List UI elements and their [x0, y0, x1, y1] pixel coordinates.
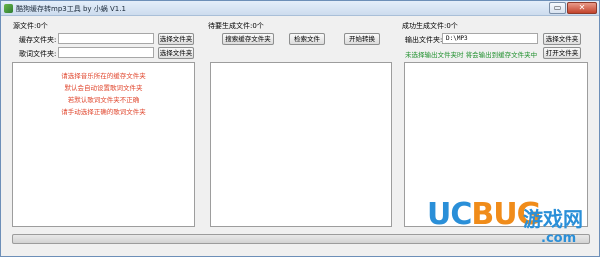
- source-count-label: 源文件:0个: [13, 22, 48, 30]
- output-folder-label: 输出文件夹:: [405, 36, 443, 44]
- success-count-label: 成功生成文件:0个: [402, 22, 458, 30]
- minimize-button[interactable]: ▭: [549, 2, 566, 14]
- window-title: 酷狗缓存转mp3工具 by 小蜗 V1.1: [16, 5, 126, 13]
- select-lyrics-folder-button[interactable]: 选择文件夹: [158, 47, 194, 59]
- open-folder-button[interactable]: 打开文件夹: [543, 47, 581, 59]
- title-bar[interactable]: 酷狗缓存转mp3工具 by 小蜗 V1.1 ▭ ✕: [1, 1, 599, 16]
- select-output-folder-button[interactable]: 选择文件夹: [543, 33, 581, 45]
- pending-count-label: 待要生成文件:0个: [208, 22, 264, 30]
- app-window: 酷狗缓存转mp3工具 by 小蜗 V1.1 ▭ ✕ 源文件:0个 缓存文件夹: …: [0, 0, 600, 257]
- search-cache-folder-button[interactable]: 搜索缓存文件夹: [222, 33, 274, 45]
- hint-line-4: 请手动选择正确的歌词文件夹: [61, 108, 146, 116]
- hint-line-2: 默认会自动设置歌词文件夹: [64, 84, 143, 92]
- cache-folder-input[interactable]: [58, 33, 154, 44]
- close-button[interactable]: ✕: [567, 2, 597, 14]
- cache-folder-label: 缓存文件夹:: [19, 36, 57, 44]
- app-icon: [4, 4, 13, 13]
- output-folder-input[interactable]: D:\MP3: [442, 33, 538, 44]
- source-file-list[interactable]: 请选择音乐所在的缓存文件夹 默认会自动设置歌词文件夹 若默认歌词文件夹不正确 请…: [12, 62, 195, 227]
- start-convert-button[interactable]: 开始转换: [344, 33, 380, 45]
- watermark-domain: .com: [541, 231, 577, 246]
- watermark-brand-cn: 游戏网: [523, 207, 583, 231]
- select-cache-folder-button[interactable]: 选择文件夹: [158, 33, 194, 45]
- output-hint: 未选择输出文件夹时 将会输出到缓存文件夹中: [405, 51, 538, 59]
- lyrics-folder-label: 歌词文件夹:: [19, 50, 57, 58]
- hint-line-3: 若默认歌词文件夹不正确: [67, 96, 140, 104]
- search-files-button[interactable]: 检索文件: [289, 33, 325, 45]
- hint-line-1: 请选择音乐所在的缓存文件夹: [61, 72, 146, 80]
- pending-file-list[interactable]: [210, 62, 392, 227]
- watermark-logo: UCBUG 游戏网 .com: [427, 195, 597, 253]
- lyrics-folder-input[interactable]: [58, 47, 154, 58]
